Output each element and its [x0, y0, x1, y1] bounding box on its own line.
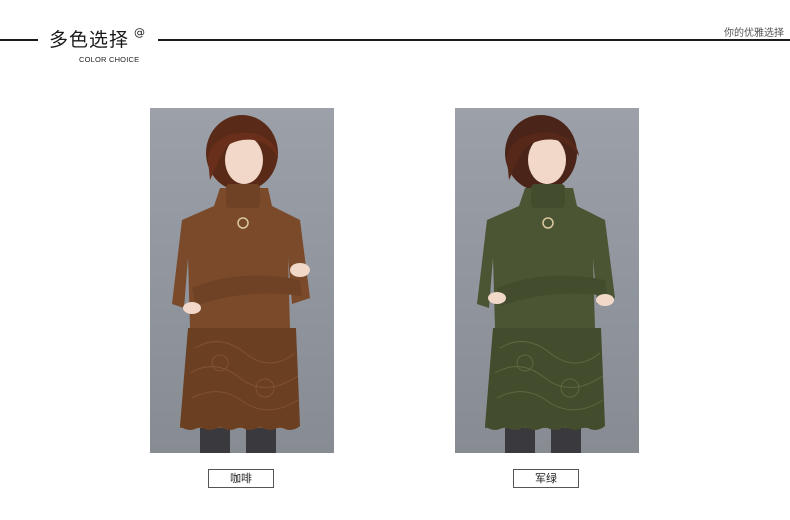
header-rule-right — [158, 39, 790, 41]
product-photo[interactable] — [150, 108, 334, 453]
model-figure-illustration — [477, 115, 615, 453]
color-option-card[interactable]: 军绿 — [455, 108, 639, 488]
product-photo[interactable] — [455, 108, 639, 453]
color-label[interactable]: 咖啡 — [208, 469, 274, 488]
color-label[interactable]: 军绿 — [513, 469, 579, 488]
color-option-card[interactable]: 咖啡 — [150, 108, 334, 488]
model-figure-illustration — [172, 115, 310, 453]
section-title: 多色选择 — [49, 29, 130, 51]
section-subtitle: COLOR CHOICE — [79, 55, 140, 64]
at-symbol: @ — [134, 26, 145, 39]
header-tagline: 你的优雅选择 — [724, 28, 784, 39]
header-rule-left — [0, 39, 38, 41]
